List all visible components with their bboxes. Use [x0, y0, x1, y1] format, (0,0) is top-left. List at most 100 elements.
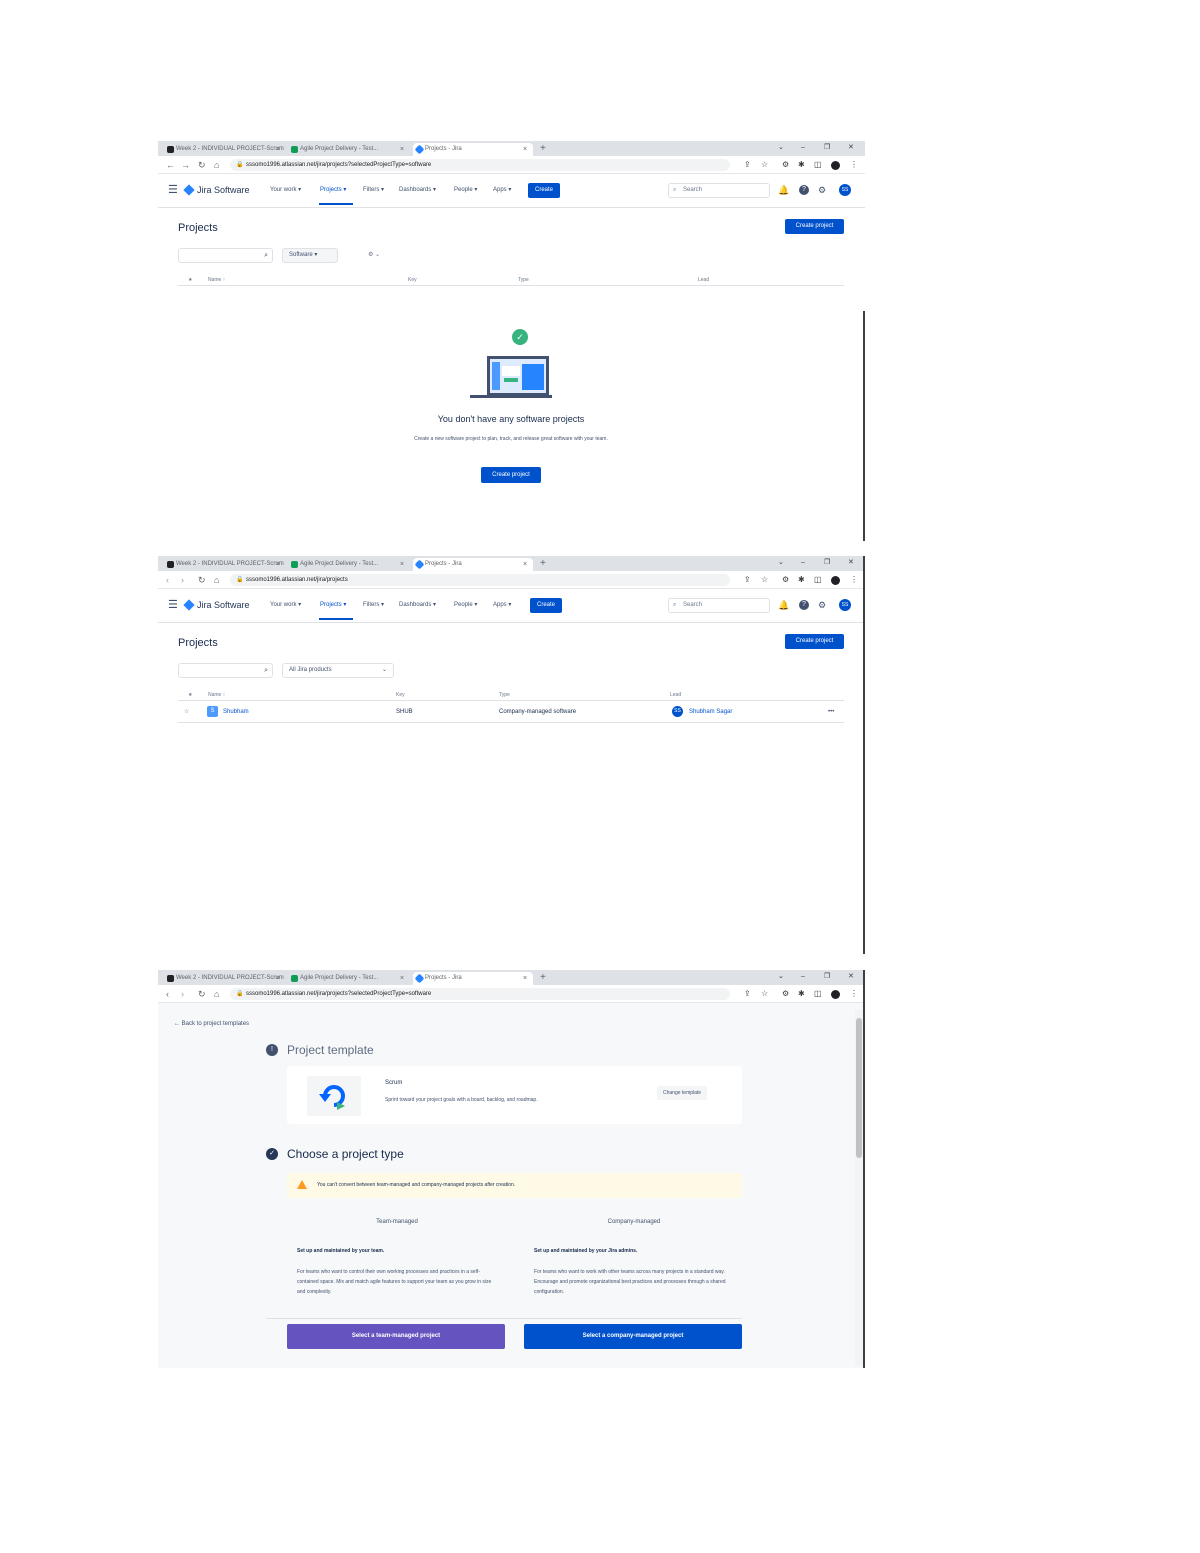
column-key[interactable]: Key — [408, 275, 417, 285]
create-project-button[interactable]: Create project — [785, 219, 844, 234]
extension-icon[interactable]: ⚙ — [782, 987, 789, 1001]
browser-tab-active[interactable]: Projects - Jira — [413, 558, 533, 571]
sidepanel-icon[interactable]: ◫ — [814, 158, 822, 172]
reload-icon[interactable]: ↻ — [198, 158, 206, 172]
close-window-button[interactable]: ✕ — [848, 556, 854, 569]
address-bar[interactable]: 🔒 sssomo1996.atlassian.net/jira/projects… — [230, 159, 730, 171]
forward-icon[interactable]: › — [181, 987, 184, 1001]
app-switcher-icon[interactable]: ☰ — [168, 183, 178, 197]
extension-icon[interactable]: ⚙ — [782, 573, 789, 587]
help-icon[interactable]: ? — [799, 185, 809, 195]
address-bar[interactable]: 🔒 sssomo1996.atlassian.net/jira/projects — [230, 574, 730, 586]
forward-icon[interactable]: › — [181, 573, 184, 587]
minimize-button[interactable]: – — [801, 556, 805, 569]
close-window-button[interactable]: ✕ — [848, 970, 854, 983]
bookmark-star-icon[interactable]: ☆ — [761, 573, 768, 587]
project-search-input[interactable]: ⌕ — [178, 248, 273, 263]
new-tab-button[interactable]: + — [540, 556, 546, 571]
reload-icon[interactable]: ↻ — [198, 987, 206, 1001]
back-icon[interactable]: ‹ — [166, 987, 169, 1001]
back-to-templates-link[interactable]: ← Back to project templates — [174, 1018, 249, 1030]
tab-close-icon[interactable]: × — [523, 558, 527, 571]
project-lead-link[interactable]: Shubham Sagar — [689, 706, 732, 718]
tab-close-icon[interactable]: × — [400, 143, 404, 156]
search-input[interactable]: ⌕ Search — [668, 183, 770, 198]
tab-search-icon[interactable]: ⌄ — [778, 141, 784, 154]
extension-icon[interactable]: ⚙ — [782, 158, 789, 172]
filter-options-icon[interactable]: ⚙ ⌄ — [368, 250, 380, 260]
tab-search-icon[interactable]: ⌄ — [778, 556, 784, 569]
sidepanel-icon[interactable]: ◫ — [814, 987, 822, 1001]
sidepanel-icon[interactable]: ◫ — [814, 573, 822, 587]
home-icon[interactable]: ⌂ — [214, 987, 219, 1001]
maximize-button[interactable]: ❐ — [824, 141, 830, 154]
kebab-menu-icon[interactable]: ⋮ — [850, 573, 858, 587]
browser-tab[interactable]: Week 2 - INDIVIDUAL PROJECT-Scrum — [164, 143, 284, 156]
project-name-link[interactable]: Shubham — [223, 706, 249, 718]
puzzle-icon[interactable]: ✱ — [798, 158, 805, 172]
bookmark-star-icon[interactable]: ☆ — [761, 158, 768, 172]
back-icon[interactable]: ‹ — [166, 573, 169, 587]
column-type[interactable]: Type — [518, 275, 529, 285]
nav-dashboards[interactable]: Dashboards ▾ — [399, 184, 436, 196]
address-bar[interactable]: 🔒 sssomo1996.atlassian.net/jira/projects… — [230, 988, 730, 1000]
browser-tab[interactable]: Agile Project Delivery - Test... — [288, 143, 408, 156]
settings-icon[interactable]: ⚙ — [818, 599, 826, 611]
column-lead[interactable]: Lead — [670, 690, 681, 700]
bell-icon[interactable]: 🔔 — [778, 599, 789, 611]
create-project-button[interactable]: Create project — [785, 634, 844, 649]
reload-icon[interactable]: ↻ — [198, 573, 206, 587]
nav-apps[interactable]: Apps ▾ — [493, 184, 511, 196]
nav-apps[interactable]: Apps ▾ — [493, 599, 511, 611]
kebab-menu-icon[interactable]: ⋮ — [850, 987, 858, 1001]
column-lead[interactable]: Lead — [698, 275, 709, 285]
forward-icon[interactable]: → — [181, 158, 190, 172]
scrollbar[interactable] — [855, 1010, 863, 1365]
share-icon[interactable]: ⇪ — [744, 987, 751, 1001]
nav-projects[interactable]: Projects ▾ — [320, 184, 346, 196]
avatar[interactable]: SS — [839, 599, 851, 611]
browser-tab-active[interactable]: Projects - Jira — [413, 972, 533, 985]
tab-close-icon[interactable]: × — [523, 972, 527, 985]
browser-tab-active[interactable]: Projects - Jira — [413, 143, 533, 156]
home-icon[interactable]: ⌂ — [214, 573, 219, 587]
new-tab-button[interactable]: + — [540, 970, 546, 985]
nav-projects[interactable]: Projects ▾ — [320, 599, 346, 611]
tab-close-icon[interactable]: × — [400, 558, 404, 571]
nav-your-work[interactable]: Your work ▾ — [270, 599, 301, 611]
select-team-managed-button[interactable]: Select a team-managed project — [287, 1324, 505, 1349]
browser-tab[interactable]: Agile Project Delivery - Test... — [288, 558, 408, 571]
create-button[interactable]: Create — [528, 183, 560, 198]
profile-icon[interactable] — [831, 990, 840, 999]
bell-icon[interactable]: 🔔 — [778, 184, 789, 196]
kebab-menu-icon[interactable]: ⋮ — [850, 158, 858, 172]
profile-icon[interactable] — [831, 161, 840, 170]
nav-people[interactable]: People ▾ — [454, 599, 477, 611]
column-type[interactable]: Type — [499, 690, 510, 700]
app-switcher-icon[interactable]: ☰ — [168, 598, 178, 612]
column-name[interactable]: Name ↑ — [208, 690, 225, 700]
star-icon[interactable]: ☆ — [184, 706, 189, 718]
nav-filters[interactable]: Filters ▾ — [363, 184, 384, 196]
browser-tab[interactable]: Week 2 - INDIVIDUAL PROJECT-Scrum — [164, 972, 284, 985]
tab-close-icon[interactable]: × — [276, 143, 280, 156]
nav-dashboards[interactable]: Dashboards ▾ — [399, 599, 436, 611]
avatar[interactable]: SS — [839, 184, 851, 196]
product-name[interactable]: Jira Software — [197, 183, 250, 197]
change-template-button[interactable]: Change template — [657, 1086, 708, 1100]
nav-your-work[interactable]: Your work ▾ — [270, 184, 301, 196]
puzzle-icon[interactable]: ✱ — [798, 987, 805, 1001]
share-icon[interactable]: ⇪ — [744, 573, 751, 587]
tab-close-icon[interactable]: × — [276, 972, 280, 985]
column-key[interactable]: Key — [396, 690, 405, 700]
home-icon[interactable]: ⌂ — [214, 158, 219, 172]
column-name[interactable]: Name ↑ — [208, 275, 225, 285]
settings-icon[interactable]: ⚙ — [818, 184, 826, 196]
create-button[interactable]: Create — [530, 598, 562, 613]
select-company-managed-button[interactable]: Select a company-managed project — [524, 1324, 742, 1349]
empty-create-project-button[interactable]: Create project — [481, 467, 541, 483]
nav-people[interactable]: People ▾ — [454, 184, 477, 196]
maximize-button[interactable]: ❐ — [824, 970, 830, 983]
tab-close-icon[interactable]: × — [400, 972, 404, 985]
product-name[interactable]: Jira Software — [197, 598, 250, 612]
